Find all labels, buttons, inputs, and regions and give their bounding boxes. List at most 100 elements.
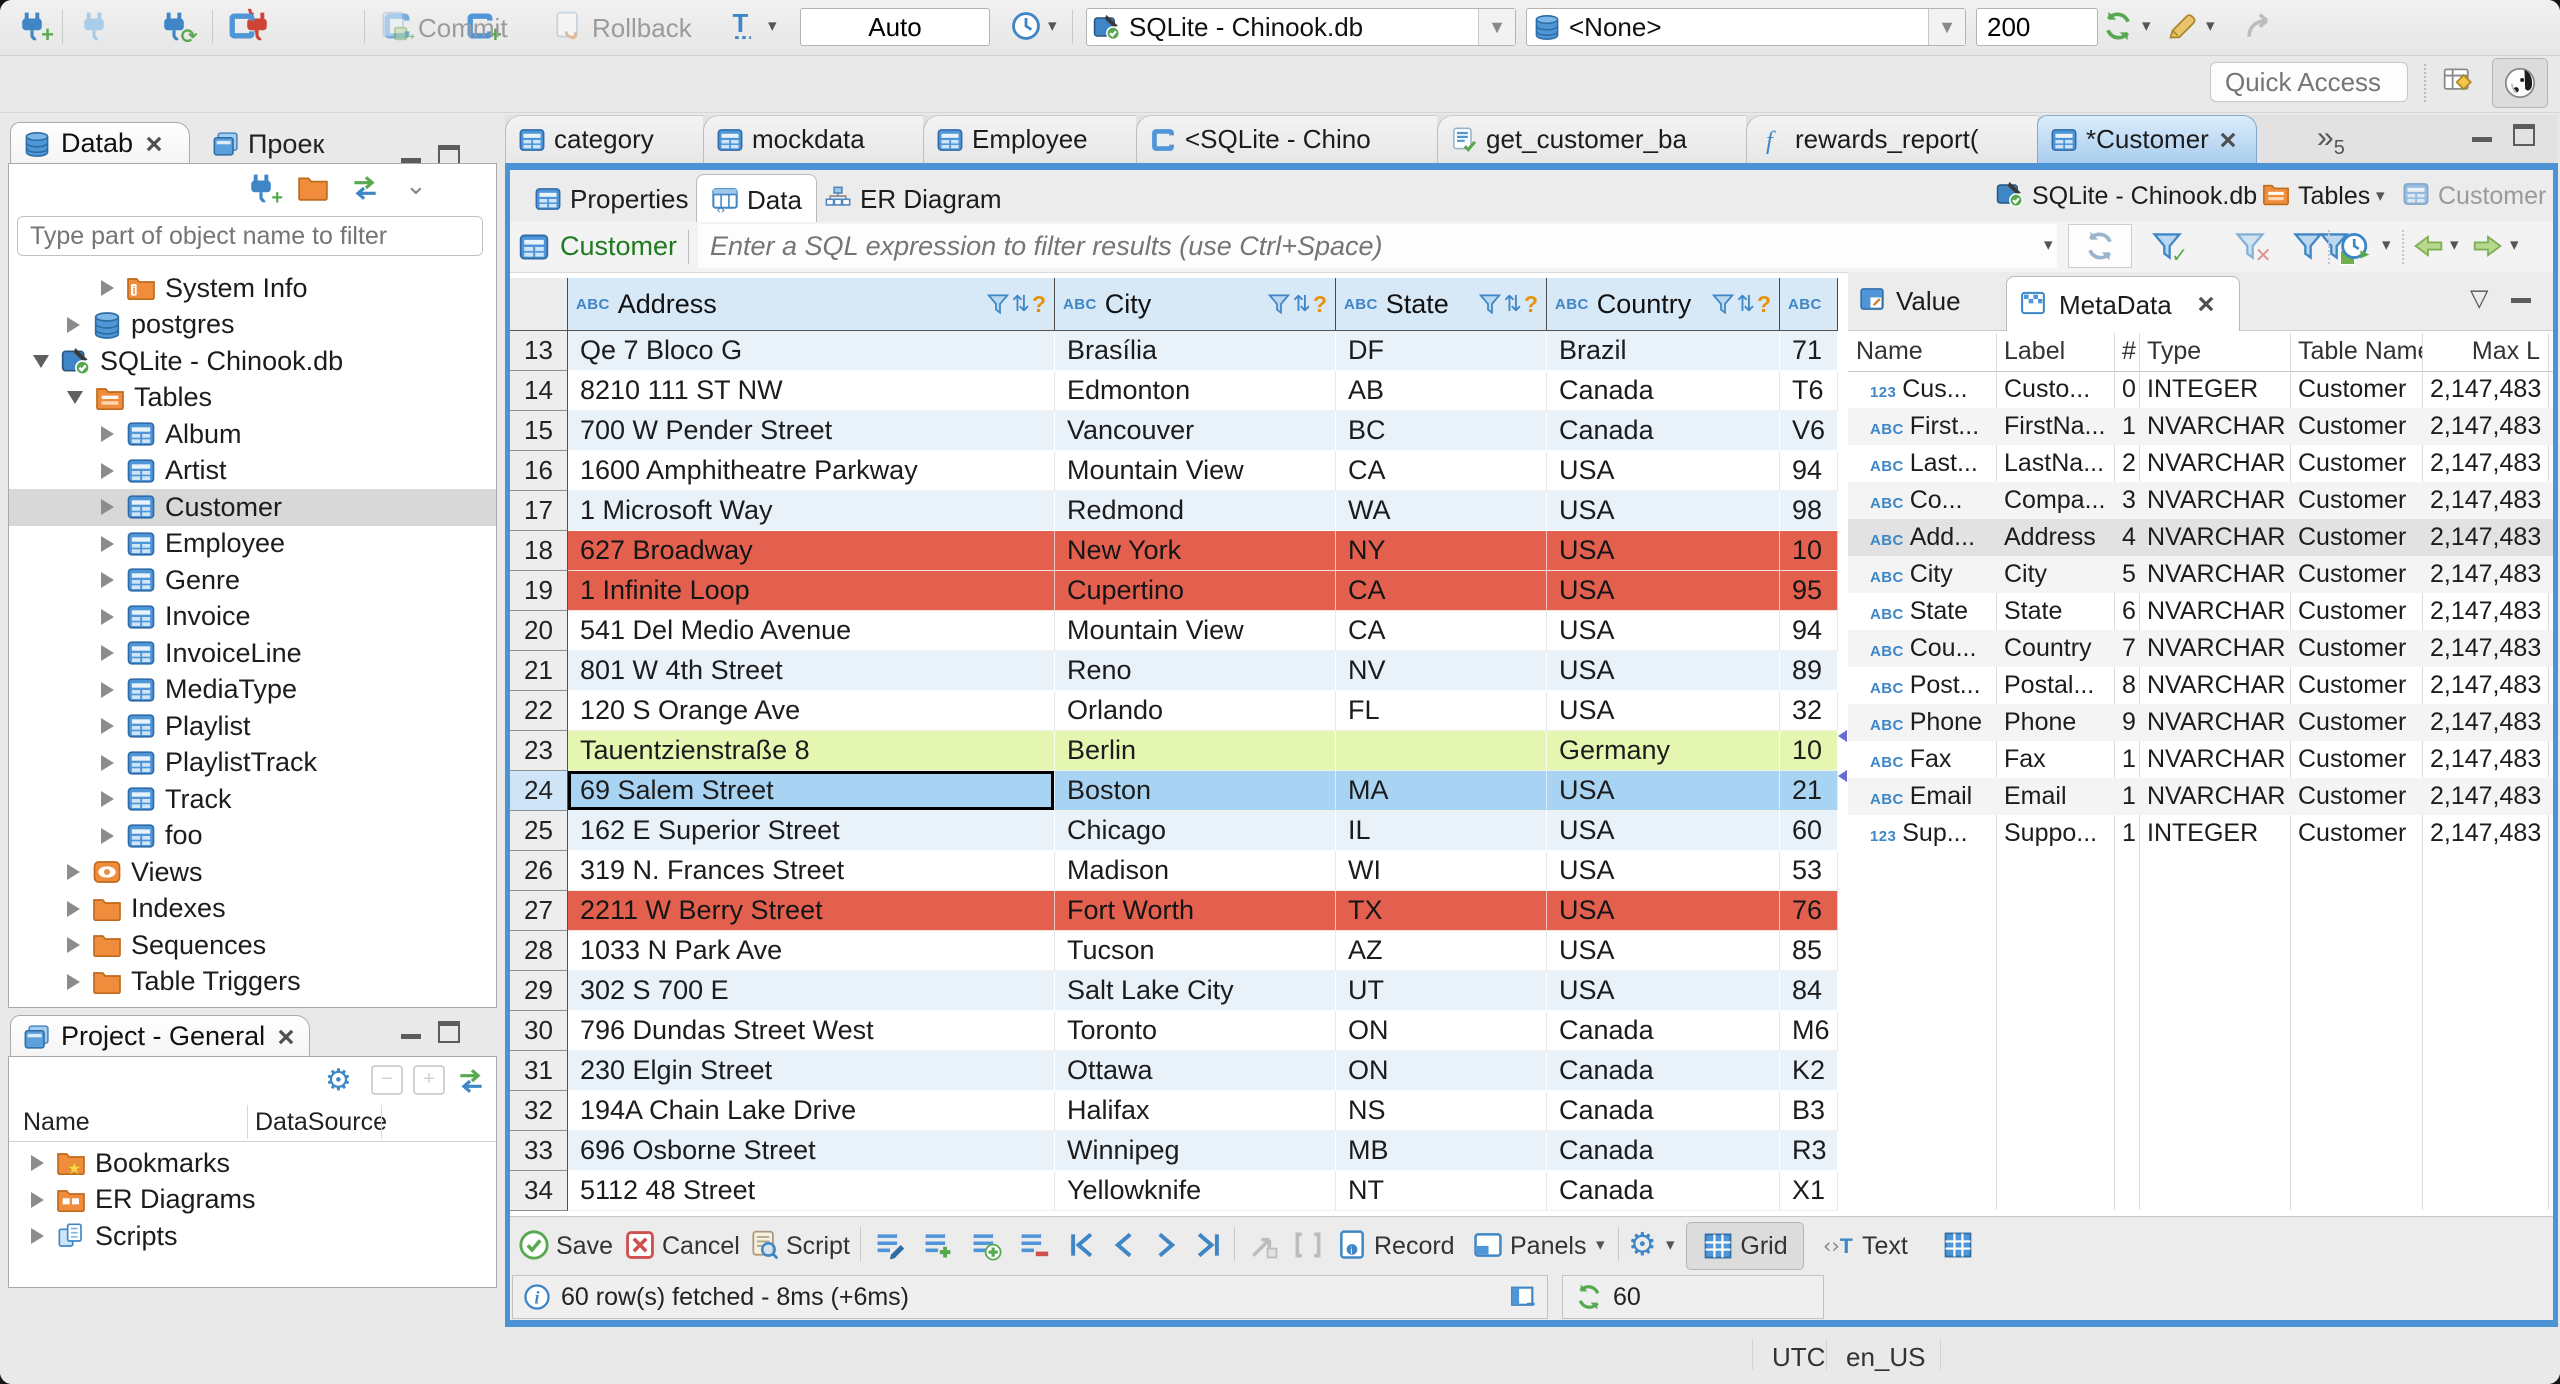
cell-extra[interactable]: K2 (1780, 1051, 1838, 1091)
cell-country[interactable]: USA (1547, 451, 1780, 491)
minimize-panel-button[interactable] (2506, 288, 2536, 312)
meta-row-suppo[interactable]: 123 Sup... Suppo... 1 INTEGER Customer 2,147,4… (1848, 815, 2553, 852)
grid-corner-cell[interactable] (510, 278, 568, 330)
row-number[interactable]: 14 (510, 371, 568, 411)
custom-filter-icon[interactable] (2292, 230, 2324, 262)
meta-row-lastna[interactable]: ABC Last... LastNa... 2 NVARCHAR Customer 2,14… (1848, 445, 2553, 482)
cell-country[interactable]: Canada (1547, 1131, 1780, 1171)
meta-row-compa[interactable]: ABC Co... Compa... 3 NVARCHAR Customer 2,147,4… (1848, 482, 2553, 519)
meta-row-state[interactable]: ABC State State 6 NVARCHAR Customer 2,147,483 (1848, 593, 2553, 630)
meta-row-city[interactable]: ABC City City 5 NVARCHAR Customer 2,147,483 (1848, 556, 2553, 593)
quick-access-input[interactable] (2210, 62, 2408, 102)
project-item-er-diagrams[interactable]: ER Diagrams (9, 1182, 496, 1219)
commit-icon[interactable] (378, 10, 410, 42)
expand-right-icon[interactable] (101, 827, 114, 844)
row-number[interactable]: 23 (510, 731, 568, 771)
sort-icon[interactable]: ⇅ (1293, 291, 1311, 317)
close-icon[interactable] (275, 1026, 297, 1048)
cell-address[interactable]: 801 W 4th Street (568, 651, 1055, 691)
expand-right-icon[interactable] (67, 900, 80, 917)
cell-state[interactable]: NV (1336, 651, 1547, 691)
cell-country[interactable]: USA (1547, 851, 1780, 891)
tree-item-sqlite-chinook-db[interactable]: SQLite - Chinook.db (9, 343, 496, 380)
cell-country[interactable]: USA (1547, 691, 1780, 731)
commit-mode-combo[interactable]: Auto (800, 8, 990, 46)
cell-city[interactable]: Vancouver (1055, 411, 1336, 451)
save-button[interactable]: Save (556, 1232, 613, 1261)
row-number[interactable]: 33 (510, 1131, 568, 1171)
cell-city[interactable]: Fort Worth (1055, 891, 1336, 931)
cell-city[interactable]: New York (1055, 531, 1336, 571)
cell-address[interactable]: 302 S 700 E (568, 971, 1055, 1011)
new-connection-icon[interactable]: + (16, 10, 54, 46)
first-page-icon[interactable] (1066, 1229, 1098, 1261)
cancel-button[interactable]: Cancel (662, 1232, 740, 1261)
editor-tab-customer[interactable]: *Customer (2037, 115, 2257, 163)
meta-row-address[interactable]: ABC Add... Address 4 NVARCHAR Customer 2,147,4… (1848, 519, 2553, 556)
link-with-editor-icon[interactable] (349, 172, 381, 204)
script-icon[interactable] (748, 1229, 780, 1261)
cell-country[interactable]: USA (1547, 931, 1780, 971)
editor-tab-mockdata[interactable]: mockdata (703, 115, 923, 163)
fetch-next-dropdown-icon[interactable]: ▾ (2510, 235, 2519, 255)
tab-er-diagram[interactable]: ER Diagram (810, 176, 1016, 222)
cell-city[interactable]: Ottawa (1055, 1051, 1336, 1091)
cell-address[interactable]: 2211 W Berry Street (568, 891, 1055, 931)
cell-city[interactable]: Reno (1055, 651, 1336, 691)
expand-right-icon[interactable] (31, 1155, 44, 1172)
column-header-city[interactable]: ABC City ⇅? (1055, 278, 1336, 330)
cell-state[interactable]: AZ (1336, 931, 1547, 971)
cell-city[interactable]: Boston (1055, 771, 1336, 811)
expand-right-icon[interactable] (67, 316, 80, 333)
cell-country[interactable]: USA (1547, 891, 1780, 931)
delete-row-icon[interactable] (1018, 1229, 1050, 1261)
tree-item-data-types[interactable]: Data Types (9, 1000, 496, 1007)
cell-address[interactable]: 700 W Pender Street (568, 411, 1055, 451)
row-number[interactable]: 22 (510, 691, 568, 731)
record-icon[interactable] (1336, 1229, 1368, 1261)
row-number[interactable]: 30 (510, 1011, 568, 1051)
expand-right-icon[interactable] (101, 499, 114, 516)
column-header-address[interactable]: ABC Address ⇅? (568, 278, 1055, 330)
timer-dropdown-icon[interactable]: ▾ (2382, 235, 2391, 255)
tree-item-customer[interactable]: Customer (9, 489, 496, 526)
pen-dropdown-icon[interactable]: ▾ (2206, 16, 2215, 36)
cell-city[interactable]: Yellowknife (1055, 1171, 1336, 1211)
editor-tab-rewards-report[interactable]: rewards_report( (1746, 115, 2037, 163)
meta-column-header-max-l[interactable]: Max L (2422, 337, 2548, 366)
row-number[interactable]: 31 (510, 1051, 568, 1091)
maximize-project-button[interactable] (434, 1020, 464, 1044)
nav-new-folder-icon[interactable] (297, 172, 329, 204)
tree-item-views[interactable]: Views (9, 854, 496, 891)
cell-address[interactable]: 1 Microsoft Way (568, 491, 1055, 531)
cell-city[interactable]: Halifax (1055, 1091, 1336, 1131)
cell-city[interactable]: Winnipeg (1055, 1131, 1336, 1171)
script-button[interactable]: Script (786, 1232, 850, 1261)
expand-right-icon[interactable] (67, 937, 80, 954)
text-view-button[interactable]: Text (1862, 1232, 1908, 1261)
cell-extra[interactable]: 95 (1780, 571, 1838, 611)
cell-country[interactable]: Brazil (1547, 331, 1780, 371)
meta-row-postal[interactable]: ABC Post... Postal... 8 NVARCHAR Customer 2,14… (1848, 667, 2553, 704)
cell-extra[interactable]: 94 (1780, 451, 1838, 491)
sort-icon[interactable]: ⇅ (1504, 291, 1522, 317)
refresh-dropdown-icon[interactable]: ▾ (2142, 16, 2151, 36)
expand-right-icon[interactable] (101, 754, 114, 771)
row-number[interactable]: 16 (510, 451, 568, 491)
cell-extra[interactable]: M6 (1780, 1011, 1838, 1051)
cell-city[interactable]: Chicago (1055, 811, 1336, 851)
cell-address[interactable]: 162 E Superior Street (568, 811, 1055, 851)
tree-item-employee[interactable]: Employee (9, 526, 496, 563)
meta-row-custo[interactable]: 123 Cus... Custo... 0 INTEGER Customer 2,147,4… (1848, 371, 2553, 408)
cell-address[interactable]: 1033 N Park Ave (568, 931, 1055, 971)
cell-address[interactable]: 1 Infinite Loop (568, 571, 1055, 611)
expand-right-icon[interactable] (101, 718, 114, 735)
row-number[interactable]: 29 (510, 971, 568, 1011)
column-header-clipped[interactable]: ABC (1780, 278, 1838, 330)
row-number[interactable]: 20 (510, 611, 568, 651)
cell-address[interactable]: 69 Salem Street (568, 771, 1055, 811)
last-page-icon[interactable] (1192, 1229, 1224, 1261)
cell-extra[interactable]: 21 (1780, 771, 1838, 811)
fetch-previous-icon[interactable] (2412, 230, 2444, 262)
tab-properties[interactable]: Properties (520, 176, 703, 222)
